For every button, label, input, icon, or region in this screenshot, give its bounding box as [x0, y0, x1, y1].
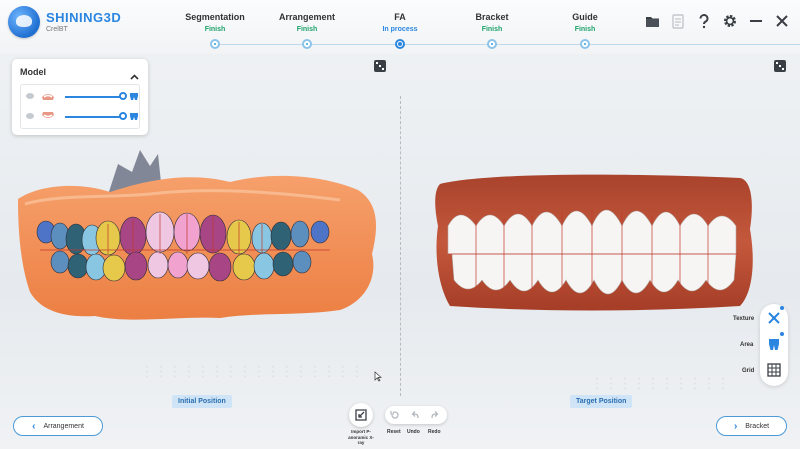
step-state: Finish: [574, 26, 596, 33]
undo-label: Undo: [407, 429, 420, 435]
slider-handle[interactable]: [119, 112, 127, 120]
area-tooth-icon[interactable]: [766, 336, 782, 352]
minimize-icon[interactable]: [748, 13, 764, 29]
area-label: Area: [740, 342, 754, 348]
collapse-chevron-icon[interactable]: [130, 67, 139, 85]
step-name: Bracket: [475, 12, 509, 22]
tooth-icon[interactable]: [129, 111, 139, 121]
next-step-button[interactable]: › Bracket: [716, 416, 787, 436]
import-icon: [355, 409, 367, 421]
target-position-label: Target Position: [570, 395, 633, 408]
step-state: Finish: [481, 26, 503, 33]
opacity-slider[interactable]: [65, 116, 121, 118]
import-xray-label: Import P-anoramic X-ray: [348, 429, 374, 446]
texture-icon[interactable]: [766, 310, 782, 326]
texture-active-dot: [780, 306, 784, 310]
step-guide[interactable]: Guide Finish: [540, 12, 630, 49]
step-dot: [210, 39, 220, 49]
undo-button[interactable]: [409, 409, 421, 421]
step-arrangement[interactable]: Arrangement Finish: [262, 12, 352, 49]
opacity-slider[interactable]: [65, 96, 121, 98]
undo-icon: [411, 411, 419, 419]
top-bar: SHINING3D CrelBT Segmentation Finish Arr…: [0, 0, 800, 54]
floor-reflection: ︙︙︙︙︙︙︙︙︙︙︙︙︙︙︙︙: [140, 364, 364, 380]
area-active-dot: [780, 332, 784, 336]
step-name: FA: [394, 12, 406, 22]
chevron-right-icon: ›: [733, 420, 738, 432]
step-state: Finish: [204, 26, 226, 33]
redo-button[interactable]: [429, 409, 441, 421]
texture-label: Texture: [733, 316, 755, 322]
model-panel-title: Model: [20, 67, 46, 77]
step-dot: [580, 39, 590, 49]
step-name: Arrangement: [278, 12, 335, 22]
step-state: In process: [382, 26, 418, 33]
step-dot: [487, 39, 497, 49]
reset-button[interactable]: [389, 409, 401, 421]
slider-handle[interactable]: [119, 92, 127, 100]
initial-position-label: Initial Position: [172, 395, 232, 408]
step-bracket[interactable]: Bracket Finish: [447, 12, 537, 49]
step-dot: [395, 39, 405, 49]
prev-step-button[interactable]: ‹ Arrangement: [13, 416, 103, 436]
view-tools-panel: [760, 304, 788, 386]
step-state: Finish: [296, 26, 318, 33]
import-xray-button[interactable]: [349, 403, 373, 427]
grid-label: Grid: [742, 368, 755, 374]
step-segmentation[interactable]: Segmentation Finish: [170, 12, 260, 49]
step-fa[interactable]: FA In process: [355, 12, 445, 49]
prev-step-label: Arrangement: [43, 422, 84, 430]
viewport-divider: [400, 96, 401, 396]
document-icon[interactable]: [670, 13, 686, 29]
model-row-lower: [21, 107, 141, 127]
close-icon[interactable]: [774, 13, 790, 29]
eye-icon[interactable]: [26, 113, 34, 119]
target-viewport[interactable]: ︙︙︙︙︙︙︙︙︙︙: [400, 54, 800, 449]
upper-jaw-thumb: [42, 94, 54, 100]
step-dot: [302, 39, 312, 49]
help-icon[interactable]: [696, 13, 712, 29]
tooth-icon[interactable]: [129, 91, 139, 101]
next-step-label: Bracket: [745, 422, 770, 430]
model-row-upper: [21, 87, 141, 107]
folder-icon[interactable]: [644, 13, 660, 29]
chevron-left-icon: ‹: [32, 420, 36, 432]
redo-label: Redo: [428, 429, 441, 435]
settings-icon[interactable]: [722, 13, 738, 29]
eye-icon[interactable]: [26, 93, 34, 99]
reset-label: Reset: [387, 429, 401, 435]
history-controls: [385, 406, 447, 424]
lower-jaw-thumb: [42, 112, 54, 118]
floor-reflection: ︙︙︙︙︙︙︙︙︙︙: [590, 376, 730, 392]
redo-icon: [431, 411, 439, 419]
model-panel: Model: [12, 59, 148, 135]
step-name: Segmentation: [185, 12, 245, 22]
model-list: [20, 84, 140, 129]
step-name: Guide: [572, 12, 598, 22]
reset-icon: [390, 411, 399, 419]
mouse-cursor-icon: [374, 371, 382, 382]
grid-icon[interactable]: [766, 362, 782, 378]
